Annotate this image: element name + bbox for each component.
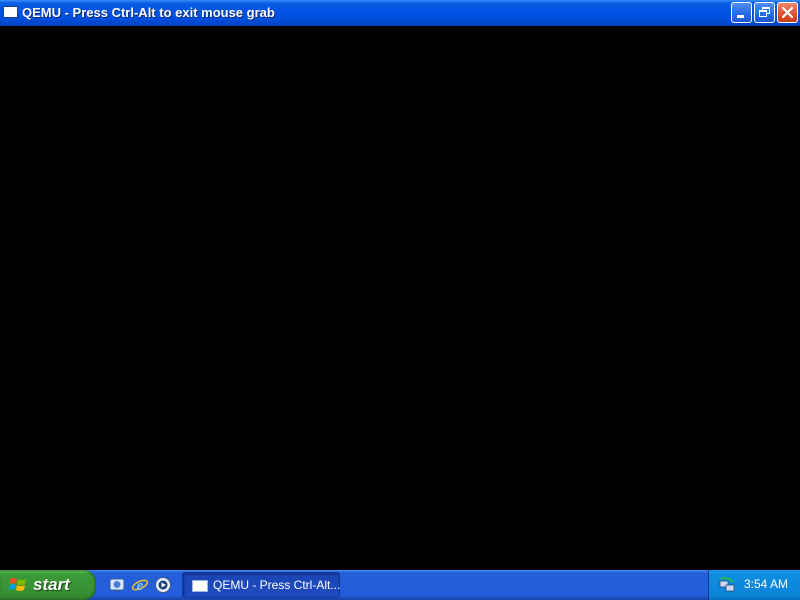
task-button-qemu[interactable]: QEMU - Press Ctrl-Alt... — [182, 572, 340, 598]
media-player-icon[interactable] — [154, 576, 172, 594]
show-desktop-icon[interactable] — [108, 576, 126, 594]
window-title: QEMU - Press Ctrl-Alt to exit mouse grab — [22, 5, 275, 20]
close-icon — [781, 6, 794, 19]
svg-text:e: e — [137, 578, 144, 594]
window-titlebar[interactable]: QEMU - Press Ctrl-Alt to exit mouse grab — [0, 0, 800, 26]
clock[interactable]: 3:54 AM — [744, 577, 788, 592]
close-button[interactable] — [777, 2, 798, 23]
restore-button[interactable] — [754, 2, 775, 23]
qemu-window-icon[interactable] — [3, 6, 18, 18]
restore-icon-front — [759, 10, 767, 17]
start-label: start — [33, 575, 70, 594]
minimize-icon — [737, 15, 744, 18]
qemu-display-area[interactable] — [0, 26, 800, 570]
windows-logo-icon — [9, 578, 26, 591]
network-icon[interactable] — [718, 576, 736, 594]
start-button[interactable]: start — [0, 570, 96, 600]
qemu-window[interactable]: QEMU - Press Ctrl-Alt to exit mouse grab — [0, 0, 800, 570]
taskbar: start e QEMU - Press Ctrl-Alt... 3:54 AM — [0, 570, 800, 600]
internet-explorer-icon[interactable]: e — [131, 576, 149, 594]
qemu-window-icon — [192, 580, 208, 592]
task-button-label: QEMU - Press Ctrl-Alt... — [213, 578, 341, 592]
minimize-button[interactable] — [731, 2, 752, 23]
system-tray: 3:54 AM — [708, 570, 800, 600]
